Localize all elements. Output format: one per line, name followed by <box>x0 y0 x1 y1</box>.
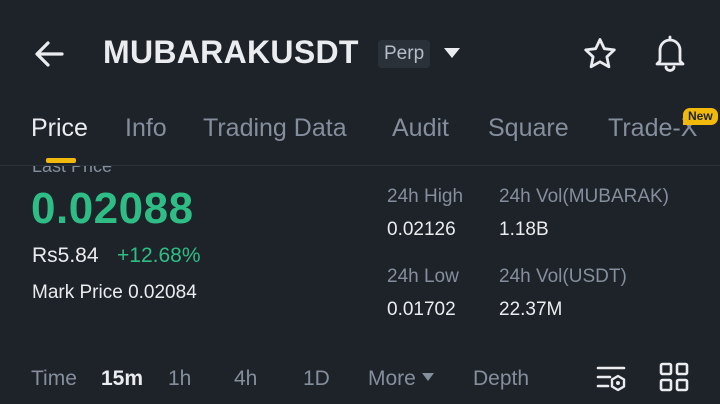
back-arrow-icon[interactable] <box>32 38 68 70</box>
low-24h-value: 0.01702 <box>387 299 456 320</box>
high-24h-value: 0.02126 <box>387 219 456 240</box>
mark-price-value: 0.02084 <box>128 282 197 303</box>
tab-price[interactable]: Price <box>31 114 88 143</box>
price-stats-panel: Last Price 0.02088 Rs5.84 +12.68% Mark P… <box>0 166 720 342</box>
more-label: More <box>368 367 416 390</box>
symbol-title[interactable]: MUBARAKUSDT <box>103 34 359 71</box>
dropdown-caret-icon[interactable] <box>444 48 460 58</box>
contract-type-badge[interactable]: Perp <box>378 40 431 68</box>
indicator-settings-icon[interactable] <box>596 364 628 394</box>
depth-tab[interactable]: Depth <box>473 367 529 391</box>
more-intervals-dropdown[interactable]: More <box>368 367 434 391</box>
mark-price: Mark Price 0.02084 <box>32 282 197 304</box>
tab-bar: Price Info Trading Data Audit Square Tra… <box>0 108 720 166</box>
active-tab-indicator <box>46 158 76 163</box>
new-badge: New <box>683 108 718 125</box>
tab-square[interactable]: Square <box>488 114 569 143</box>
tab-audit[interactable]: Audit <box>392 114 449 143</box>
mark-price-label: Mark Price <box>32 282 123 303</box>
vol-base-24h-value: 1.18B <box>499 219 549 240</box>
vol-quote-24h-label: 24h Vol(USDT) <box>499 266 627 287</box>
time-interval-label[interactable]: Time <box>31 367 77 391</box>
high-24h-label: 24h High <box>387 186 464 207</box>
interval-15m[interactable]: 15m <box>101 367 143 391</box>
top-bar: MUBARAKUSDT Perp <box>0 0 720 108</box>
price-change-percent: +12.68% <box>117 244 201 267</box>
vol-quote-24h-value: 22.37M <box>499 299 563 320</box>
interval-1h[interactable]: 1h <box>168 367 191 391</box>
favorite-star-icon[interactable] <box>582 36 618 72</box>
local-currency-price: Rs5.84 <box>32 244 99 267</box>
chevron-down-icon <box>421 373 434 382</box>
interval-1d[interactable]: 1D <box>303 367 330 391</box>
low-24h-label: 24h Low <box>387 266 459 287</box>
tab-info[interactable]: Info <box>125 114 167 143</box>
tab-trading-data[interactable]: Trading Data <box>203 114 347 143</box>
last-price-label: Last Price <box>32 166 113 176</box>
layout-grid-icon[interactable] <box>659 362 689 392</box>
notification-bell-icon[interactable] <box>652 34 688 72</box>
interval-4h[interactable]: 4h <box>234 367 257 391</box>
last-price-value: 0.02088 <box>31 184 194 233</box>
vol-base-24h-label: 24h Vol(MUBARAK) <box>499 186 670 207</box>
